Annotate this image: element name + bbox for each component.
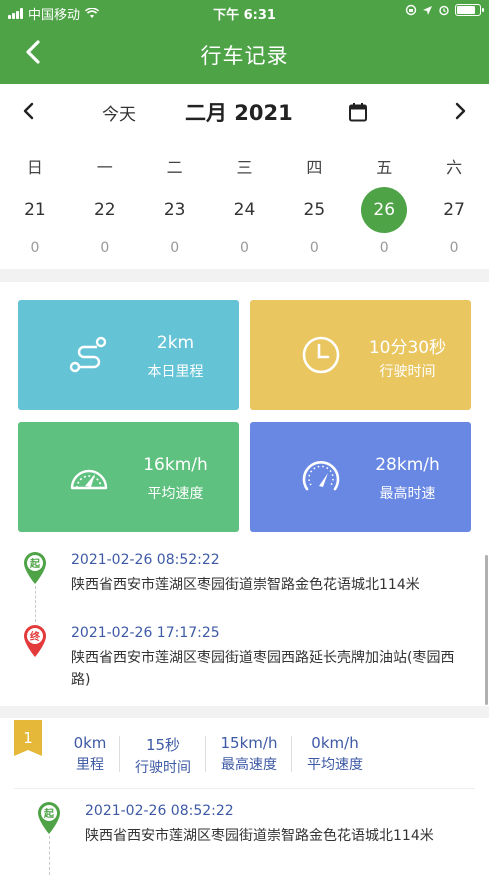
- start-pin-icon: 起: [24, 552, 46, 584]
- date-cell[interactable]: 24: [210, 186, 280, 234]
- weekday-label: 五: [376, 158, 393, 177]
- stat-card-avg-speed: 16km/h 平均速度: [18, 422, 239, 532]
- today-button[interactable]: 今天: [102, 100, 136, 125]
- weekday-row: 日 一 二 三 四 五 六: [0, 154, 489, 177]
- stat-card-max-speed: 28km/h 最高时速: [250, 422, 471, 532]
- weekday-label: 三: [236, 158, 253, 177]
- date-cell[interactable]: 21: [0, 186, 70, 234]
- start-pin-label: 起: [29, 557, 41, 570]
- section-divider: [0, 706, 489, 718]
- battery-icon: [455, 4, 484, 16]
- speedometer-icon: [70, 469, 108, 490]
- date-row: 21 22 23 24 25 26 27: [0, 186, 489, 234]
- date-number: 27: [443, 200, 465, 220]
- segment-start-time: 2021-02-26 08:52:22: [85, 803, 234, 819]
- date-cell[interactable]: 22: [70, 186, 140, 234]
- rotation-lock-icon: [405, 4, 417, 16]
- date-cell[interactable]: 27: [419, 186, 489, 234]
- segment-start-pin-label: 起: [43, 807, 55, 820]
- route-connector: [35, 586, 36, 622]
- segment-start-address: 陕西省西安市莲湖区枣园街道崇智路金色花语城北114米: [85, 828, 434, 844]
- stat-value: 28km/h: [375, 455, 440, 475]
- segment-metric-value: 0km/h: [311, 734, 359, 752]
- date-number: 23: [163, 200, 186, 220]
- clock-icon: [302, 336, 340, 374]
- stat-label: 本日里程: [147, 364, 204, 380]
- stat-label: 行驶时间: [379, 364, 436, 380]
- stat-card-distance: 2km 本日里程: [18, 300, 239, 410]
- segment-metric-value: 15km/h: [220, 734, 278, 752]
- segment-index: 1: [23, 729, 33, 747]
- location-arrow-icon: [423, 5, 432, 15]
- segment-metric-label: 平均速度: [307, 757, 363, 773]
- start-time: 2021-02-26 08:52:22: [71, 552, 220, 568]
- trip-count: 0: [309, 240, 319, 256]
- header-bar: 中国移动 下午 6:31 行车记录: [0, 0, 489, 84]
- weekday-label: 二: [166, 158, 183, 177]
- date-number: 22: [93, 200, 116, 220]
- weekday-label: 一: [96, 158, 113, 177]
- date-number: 26: [361, 187, 408, 233]
- date-cell[interactable]: 26: [349, 186, 419, 234]
- month-label: 二月 2021: [185, 101, 293, 125]
- segment-metric-label: 行驶时间: [135, 760, 191, 776]
- start-address: 陕西省西安市莲湖区枣园街道崇智路金色花语城北114米: [71, 577, 420, 593]
- end-time: 2021-02-26 17:17:25: [71, 625, 220, 641]
- stat-label: 最高时速: [379, 486, 436, 502]
- date-number: 24: [233, 200, 256, 220]
- segment-metric-value: 15秒: [145, 736, 181, 754]
- date-cell[interactable]: 25: [279, 186, 349, 234]
- trip-count: 0: [379, 240, 389, 256]
- date-cell[interactable]: 23: [140, 186, 210, 234]
- stat-value: 2km: [156, 333, 195, 353]
- date-number: 21: [24, 200, 46, 220]
- trip-count: 0: [30, 240, 40, 256]
- route-icon: [69, 336, 107, 373]
- trip-count-row: 0 0 0 0 0 0 0: [0, 240, 489, 260]
- trip-count: 0: [449, 240, 459, 256]
- next-month-icon[interactable]: [449, 100, 471, 122]
- trip-count: 0: [100, 240, 110, 256]
- page-title: 行车记录: [200, 44, 289, 68]
- segment-index-flag-icon: 1: [14, 720, 42, 756]
- calendar-header: 今天 二月 2021: [0, 94, 489, 130]
- trip-count: 0: [170, 240, 180, 256]
- end-address: 陕西省西安市莲湖区枣园街道枣园西路延长壳牌加油站(枣园西路): [71, 650, 455, 688]
- calendar-icon[interactable]: [348, 102, 368, 122]
- segment-divider: [14, 788, 475, 789]
- alarm-icon: [439, 5, 449, 16]
- segment-metric-max-speed: 15km/h 最高速度: [206, 734, 292, 774]
- weekday-label: 日: [26, 158, 43, 177]
- weekday-label: 六: [446, 158, 463, 177]
- weekday-label: 四: [306, 158, 323, 177]
- prev-month-icon[interactable]: [18, 100, 40, 122]
- segment-metric-duration: 15秒 行驶时间: [120, 734, 206, 777]
- speed-gauge-icon: [302, 461, 340, 491]
- status-bar: 中国移动 下午 6:31: [0, 0, 489, 26]
- section-divider: [0, 269, 489, 282]
- stat-value: 16km/h: [143, 455, 208, 475]
- segment-start-pin-icon: 起: [38, 802, 60, 834]
- stat-value: 10分30秒: [368, 338, 447, 358]
- end-pin-label: 终: [30, 630, 41, 643]
- scrollbar[interactable]: [485, 555, 488, 705]
- route-connector: [49, 836, 50, 875]
- stat-card-duration: 10分30秒 行驶时间: [250, 300, 471, 410]
- stat-label: 平均速度: [147, 486, 204, 502]
- end-pin-icon: 终: [24, 625, 46, 657]
- date-number: 25: [303, 200, 326, 220]
- segment-metric-label: 最高速度: [221, 757, 277, 773]
- segment-metric-avg-speed: 0km/h 平均速度: [292, 734, 378, 774]
- trip-count: 0: [240, 240, 249, 256]
